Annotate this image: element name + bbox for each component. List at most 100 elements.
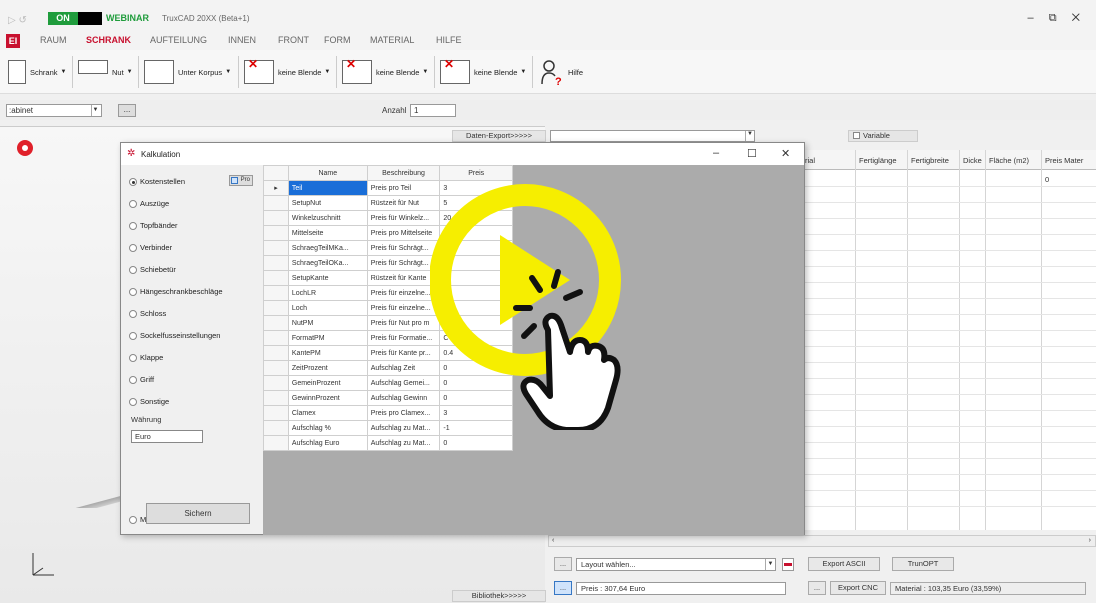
- cell-beschreibung[interactable]: Preis pro Clamex...: [366, 405, 441, 421]
- eye-icon[interactable]: [17, 140, 33, 156]
- cell-beschreibung[interactable]: Rüstzeit für Kante: [366, 270, 441, 286]
- table-row[interactable]: LochLR Preis für einzelne...: [263, 285, 513, 301]
- cell-beschreibung[interactable]: Rüstzeit für Nut: [366, 195, 441, 211]
- cell-beschreibung[interactable]: Preis für einzelne...: [366, 285, 441, 301]
- cell-name[interactable]: SchraegTeilMKa...: [287, 240, 368, 256]
- anzahl-input[interactable]: 1: [410, 104, 456, 117]
- row-header[interactable]: [263, 285, 289, 301]
- cell-name[interactable]: Clamex: [287, 405, 368, 421]
- radio-schiebetuer[interactable]: Schiebetür: [129, 265, 176, 274]
- cell-preis[interactable]: 10: [439, 225, 513, 241]
- cell-name[interactable]: SetupKante: [287, 270, 368, 286]
- tab-aufteilung[interactable]: AUFTEILUNG: [150, 35, 207, 45]
- col-preis[interactable]: Preis: [439, 165, 513, 181]
- radio-schloss[interactable]: Schloss: [129, 309, 166, 318]
- file-tab[interactable]: EI: [6, 34, 20, 48]
- row-header[interactable]: [263, 375, 289, 391]
- table-row[interactable]: ZeitProzent Aufschlag Zeit 0: [263, 360, 513, 376]
- row-header[interactable]: [263, 195, 289, 211]
- cell-name[interactable]: GewinnProzent: [287, 390, 368, 406]
- variable-checkbox[interactable]: [853, 132, 860, 139]
- scroll-left-icon[interactable]: ‹: [552, 537, 554, 544]
- cell-beschreibung[interactable]: Preis für Nut pro m: [366, 315, 441, 331]
- tab-form[interactable]: FORM: [324, 35, 351, 45]
- row-header[interactable]: [263, 255, 289, 271]
- cell-preis[interactable]: [439, 285, 513, 301]
- window-controls[interactable]: – ⧉ ✕: [1028, 12, 1086, 25]
- row-header[interactable]: [263, 210, 289, 226]
- table-row[interactable]: GemeinProzent Aufschlag Gemei... 0: [263, 375, 513, 391]
- row-header[interactable]: [263, 330, 289, 346]
- col-name[interactable]: Name: [287, 165, 368, 181]
- cell-beschreibung[interactable]: Preis für einzelne...: [366, 300, 441, 316]
- cell-beschreibung[interactable]: Aufschlag Zeit: [366, 360, 441, 376]
- table-row[interactable]: SetupNut Rüstzeit für Nut 5: [263, 195, 513, 211]
- cell-beschreibung[interactable]: Preis für Schrägt...: [366, 240, 441, 256]
- cell-preis[interactable]: 0: [439, 435, 513, 451]
- cell-beschreibung[interactable]: Preis für Winkelz...: [366, 210, 441, 226]
- radio-auszuege[interactable]: Auszüge: [129, 199, 169, 208]
- row-header[interactable]: [263, 225, 289, 241]
- sichern-button[interactable]: Sichern: [146, 503, 250, 524]
- cell-beschreibung[interactable]: Aufschlag zu Mat...: [366, 420, 441, 436]
- radio-sockelfuss[interactable]: Sockelfusseinstellungen: [129, 331, 220, 340]
- row-header[interactable]: [263, 315, 289, 331]
- blende-button-2[interactable]: keine Blende▼: [342, 57, 428, 86]
- cell-name[interactable]: Teil: [287, 180, 368, 196]
- cell-preis[interactable]: [439, 315, 513, 331]
- minimize-icon[interactable]: –: [713, 147, 719, 159]
- cell-name[interactable]: ZeitProzent: [287, 360, 368, 376]
- cell-name[interactable]: NutPM: [287, 315, 368, 331]
- cell-beschreibung[interactable]: Preis pro Teil: [366, 180, 441, 196]
- cell-preis[interactable]: 3: [439, 405, 513, 421]
- cell-name[interactable]: Mittelseite: [287, 225, 368, 241]
- cell-name[interactable]: GemeinProzent: [287, 375, 368, 391]
- cell-preis[interactable]: 0: [439, 360, 513, 376]
- cabinet-select[interactable]: :abinet ▼: [6, 104, 102, 117]
- cell-name[interactable]: SchraegTeilOKa...: [287, 255, 368, 271]
- cell-preis[interactable]: [439, 270, 513, 286]
- radio-klappe[interactable]: Klappe: [129, 353, 163, 362]
- row-header[interactable]: [263, 300, 289, 316]
- cell-name[interactable]: Aufschlag %: [287, 420, 368, 436]
- scroll-right-icon[interactable]: ›: [1089, 537, 1091, 544]
- row-header[interactable]: [263, 270, 289, 286]
- col-beschreibung[interactable]: Beschreibung: [366, 165, 441, 181]
- cell-beschreibung[interactable]: Aufschlag zu Mat...: [366, 435, 441, 451]
- tab-hilfe[interactable]: HILFE: [436, 35, 462, 45]
- unter-korpus-button[interactable]: Unter Korpus ▼: [144, 58, 231, 86]
- table-row[interactable]: Aufschlag % Aufschlag zu Mat... -1: [263, 420, 513, 436]
- tab-raum[interactable]: RAUM: [40, 35, 67, 45]
- preis-ellipsis-button[interactable]: ...: [554, 581, 572, 595]
- cell-name[interactable]: FormatPM: [287, 330, 368, 346]
- layout-select[interactable]: Layout wählen... ▼: [576, 558, 776, 571]
- bibliothek-button[interactable]: Bibliothek>>>>>: [452, 590, 546, 602]
- cell-beschreibung[interactable]: Preis pro Mittelseite: [366, 225, 441, 241]
- row-header[interactable]: [263, 345, 289, 361]
- schrank-button[interactable]: Schrank ▼: [8, 58, 66, 86]
- row-header[interactable]: [263, 360, 289, 376]
- cell-preis[interactable]: C: [439, 330, 513, 346]
- maximize-icon[interactable]: ☐: [747, 147, 757, 160]
- table-row[interactable]: SchraegTeilOKa... Preis für Schrägt...: [263, 255, 513, 271]
- table-row[interactable]: NutPM Preis für Nut pro m: [263, 315, 513, 331]
- cell-preis[interactable]: 2: [439, 240, 513, 256]
- cell-name[interactable]: KantePM: [287, 345, 368, 361]
- cell-preis[interactable]: 5: [439, 300, 513, 316]
- table-row[interactable]: Mittelseite Preis pro Mittelseite 10: [263, 225, 513, 241]
- cell-preis[interactable]: -1: [439, 420, 513, 436]
- tab-front[interactable]: FRONT: [278, 35, 309, 45]
- table-row[interactable]: Aufschlag Euro Aufschlag zu Mat... 0: [263, 435, 513, 451]
- daten-export-button[interactable]: Daten-Export>>>>>: [452, 130, 546, 142]
- cell-preis[interactable]: 20: [439, 210, 513, 226]
- cell-name[interactable]: Loch: [287, 300, 368, 316]
- table-row[interactable]: SchraegTeilMKa... Preis für Schrägt... 2: [263, 240, 513, 256]
- row-header[interactable]: [263, 435, 289, 451]
- cell-beschreibung[interactable]: Preis für Kante pr...: [366, 345, 441, 361]
- radio-sonstige[interactable]: Sonstige: [129, 397, 169, 406]
- row-header[interactable]: [263, 390, 289, 406]
- close-icon[interactable]: ✕: [781, 147, 790, 160]
- radio-haengeschrank[interactable]: Hängeschrankbeschläge: [129, 287, 223, 296]
- cell-beschreibung[interactable]: Aufschlag Gewinn: [366, 390, 441, 406]
- ellipsis-button[interactable]: ...: [118, 104, 136, 117]
